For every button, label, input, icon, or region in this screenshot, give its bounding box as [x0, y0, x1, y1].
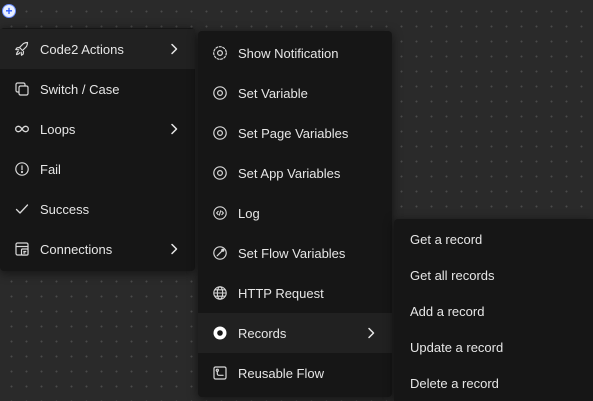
menu-item-set-page-variables[interactable]: Set Page Variables: [198, 113, 392, 153]
menu-item-label: Get a record: [410, 231, 483, 247]
menu-item-http-request[interactable]: HTTP Request: [198, 273, 392, 313]
chevron-right-icon: [169, 243, 179, 255]
chevron-right-icon: [366, 327, 376, 339]
records-submenu: Get a record Get all records Add a recor…: [394, 219, 593, 401]
actions-menu: Code2 Actions Switch / Case Loops Fail S…: [0, 28, 195, 271]
menu-item-switch-case[interactable]: Switch / Case: [0, 69, 195, 109]
menu-item-label: Reusable Flow: [238, 365, 324, 381]
menu-item-set-app-variables[interactable]: Set App Variables: [198, 153, 392, 193]
menu-item-label: Set Flow Variables: [238, 245, 346, 261]
add-node-button[interactable]: +: [2, 4, 16, 18]
menu-item-label: Fail: [40, 161, 61, 177]
menu-item-label: Code2 Actions: [40, 41, 124, 57]
variable-icon: [212, 165, 228, 181]
chevron-right-icon: [169, 123, 179, 135]
code2-actions-submenu: Show Notification Set Variable Set Page …: [198, 31, 392, 397]
menu-item-label: Success: [40, 201, 90, 217]
menu-item-label: Get all records: [410, 267, 495, 283]
variable-icon: [212, 125, 228, 141]
menu-item-label: Update a record: [410, 339, 504, 355]
menu-item-label: Log: [238, 205, 260, 221]
menu-item-label: HTTP Request: [238, 285, 324, 301]
rocket-icon: [14, 41, 30, 57]
globe-icon: [212, 285, 228, 301]
copy-icon: [14, 81, 30, 97]
menu-item-connections[interactable]: Connections: [0, 229, 195, 269]
menu-item-show-notification[interactable]: Show Notification: [198, 33, 392, 73]
menu-item-code2-actions[interactable]: Code2 Actions: [0, 29, 195, 69]
menu-item-label: Loops: [40, 121, 76, 137]
alert-circle-icon: [14, 161, 30, 177]
menu-item-get-a-record[interactable]: Get a record: [394, 221, 593, 257]
menu-item-set-variable[interactable]: Set Variable: [198, 73, 392, 113]
menu-item-label: Switch / Case: [40, 81, 120, 97]
menu-item-label: Records: [238, 325, 287, 341]
menu-item-label: Delete a record: [410, 375, 499, 391]
menu-item-add-a-record[interactable]: Add a record: [394, 293, 593, 329]
menu-item-fail[interactable]: Fail: [0, 149, 195, 189]
menu-item-get-all-records[interactable]: Get all records: [394, 257, 593, 293]
menu-item-success[interactable]: Success: [0, 189, 195, 229]
menu-item-set-flow-variables[interactable]: Set Flow Variables: [198, 233, 392, 273]
plus-icon: +: [5, 4, 13, 18]
records-icon: [212, 325, 228, 341]
code-icon: [212, 205, 228, 221]
menu-item-label: Set App Variables: [238, 165, 341, 181]
menu-item-update-a-record[interactable]: Update a record: [394, 329, 593, 365]
menu-item-log[interactable]: Log: [198, 193, 392, 233]
menu-item-delete-a-record[interactable]: Delete a record: [394, 365, 593, 401]
notification-icon: [212, 45, 228, 61]
menu-item-reusable-flow[interactable]: Reusable Flow: [198, 353, 392, 393]
infinity-icon: [14, 121, 30, 137]
menu-item-label: Show Notification: [238, 45, 339, 61]
connections-icon: [14, 241, 30, 257]
menu-item-label: Set Page Variables: [238, 125, 349, 141]
menu-item-loops[interactable]: Loops: [0, 109, 195, 149]
menu-item-label: Set Variable: [238, 85, 308, 101]
menu-item-records[interactable]: Records: [198, 313, 392, 353]
variable-icon: [212, 85, 228, 101]
check-icon: [14, 201, 30, 217]
menu-item-label: Add a record: [410, 303, 485, 319]
menu-item-label: Connections: [40, 241, 113, 257]
flow-variable-icon: [212, 245, 228, 261]
reusable-flow-icon: [212, 365, 228, 381]
chevron-right-icon: [169, 43, 179, 55]
